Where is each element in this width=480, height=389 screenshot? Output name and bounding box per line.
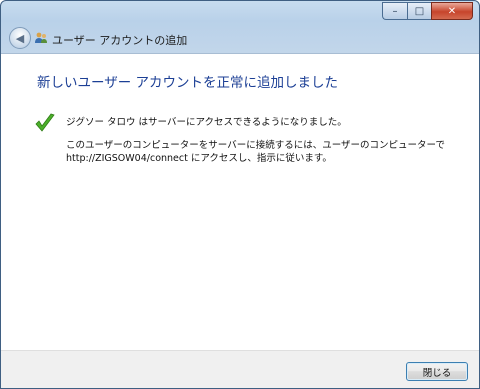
window-title: ユーザー アカウントの追加	[52, 34, 188, 47]
maximize-button[interactable]: □	[407, 2, 431, 20]
minimize-button[interactable]: –	[382, 2, 407, 20]
back-arrow-icon: ◀	[15, 31, 25, 45]
success-message: ジグソー タロウ はサーバーにアクセスできるようになりました。	[66, 117, 347, 128]
navigation-bar: ◀ ユーザー アカウントの追加	[1, 26, 479, 52]
close-button[interactable]: 閉じる	[406, 362, 468, 381]
dialog-window: – □ ✕ ◀ ユーザー アカウントの追加 新しいユーザー アカウントを正常に追…	[0, 0, 480, 389]
close-window-button[interactable]: ✕	[431, 2, 473, 20]
button-bar: 閉じる	[1, 350, 479, 388]
instructions-text: このユーザーのコンピューターをサーバーに接続するには、ユーザーのコンピューターで…	[66, 139, 445, 165]
users-icon	[35, 32, 47, 43]
checkmark-icon	[35, 113, 55, 132]
instructions-line-1: このユーザーのコンピューターをサーバーに接続するには、ユーザーのコンピューターで	[66, 140, 445, 151]
caption-buttons: – □ ✕	[382, 2, 473, 20]
content-pane: 新しいユーザー アカウントを正常に追加しました ジグソー タロウ はサーバーにア…	[1, 53, 479, 350]
page-heading: 新しいユーザー アカウントを正常に追加しました	[37, 75, 339, 91]
back-button[interactable]: ◀	[9, 27, 31, 49]
instructions-line-2: http://ZIGSOW04/connect にアクセスし、指示に従います。	[66, 153, 332, 164]
